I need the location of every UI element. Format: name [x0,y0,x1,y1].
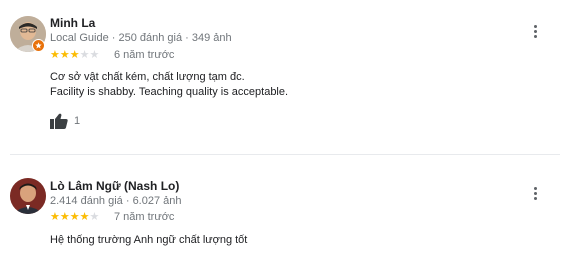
review-date: 7 năm trước [114,211,175,223]
review-text-line: Facility is shabby. Teaching quality is … [50,86,289,98]
reviewer-meta: Local Guide · 250 đánh giá · 349 ảnh [50,32,232,44]
star-rating: ★ ★ ★ ★ ★ [50,212,99,223]
review-card: Minh La Local Guide · 250 đánh giá · 349… [0,0,570,150]
star-filled-icon: ★ [50,211,60,223]
like-button[interactable]: 1 [50,113,80,129]
review-text-line: Hệ thống trường Anh ngữ chất lượng tốt [50,234,248,246]
star-filled-icon: ★ [69,211,80,223]
star-empty-icon: ★ [89,211,100,223]
more-options-button[interactable] [527,184,543,202]
star-filled-icon: ★ [59,211,70,223]
review-card: Lò Lâm Ngữ (Nash Lo) 2.414 đánh giá · 6.… [0,160,570,253]
local-guide-badge-icon [32,39,45,52]
star-filled-icon: ★ [59,49,70,61]
like-count: 1 [74,115,81,127]
reviewer-name[interactable]: Minh La [50,16,95,30]
star-filled-icon: ★ [69,49,80,61]
avatar[interactable] [10,178,46,214]
more-vert-icon [533,24,537,28]
review-text-line: Cơ sở vật chất kém, chất lượng tạm đc. [50,71,245,83]
star-rating: ★ ★ ★ ★ ★ [50,50,99,61]
thumbs-up-icon [50,113,68,129]
star-empty-icon: ★ [89,49,100,61]
review-divider [10,154,560,155]
reviewer-name[interactable]: Lò Lâm Ngữ (Nash Lo) [50,179,179,193]
star-filled-icon: ★ [50,49,60,61]
star-filled-icon: ★ [79,211,90,223]
reviewer-photo [10,178,46,214]
more-options-button[interactable] [527,22,543,40]
more-vert-icon [533,186,537,190]
reviewer-meta: 2.414 đánh giá · 6.027 ảnh [50,195,182,207]
star-empty-icon: ★ [79,49,90,61]
review-date: 6 năm trước [114,49,175,61]
